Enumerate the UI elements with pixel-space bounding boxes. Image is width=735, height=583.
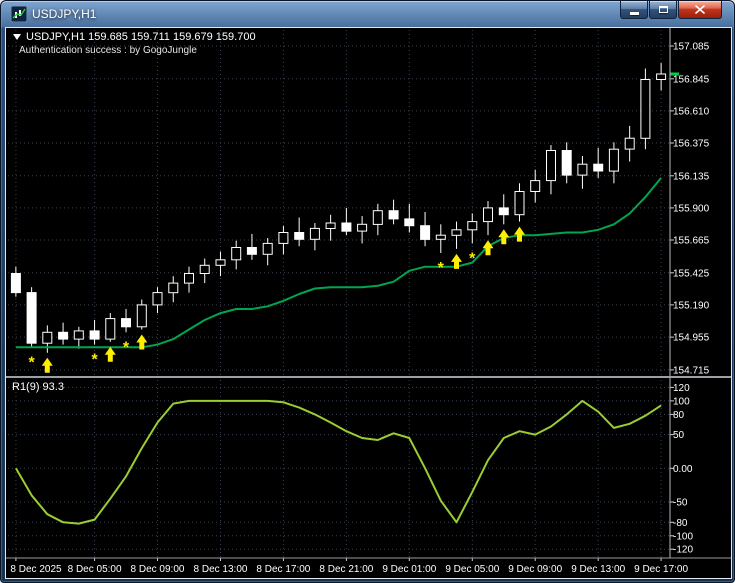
- restore-icon: [658, 6, 668, 13]
- minimize-icon: [629, 11, 639, 15]
- svg-text:156.135: 156.135: [673, 171, 710, 182]
- minimize-button[interactable]: [620, 1, 648, 19]
- close-icon: [695, 5, 705, 14]
- svg-text:*: *: [469, 250, 476, 267]
- ea-auth-message: Authentication success : by GogoJungle: [19, 45, 197, 56]
- window-title: USDJPY,H1: [32, 7, 97, 21]
- svg-text:157.085: 157.085: [673, 41, 710, 52]
- svg-text:9 Dec 17:00: 9 Dec 17:00: [634, 564, 688, 575]
- svg-text:8 Dec 2025: 8 Dec 2025: [10, 564, 62, 575]
- svg-text:80: 80: [673, 410, 685, 421]
- svg-text:156.610: 156.610: [673, 106, 710, 117]
- panel-divider[interactable]: [6, 376, 731, 378]
- svg-text:*: *: [123, 339, 130, 356]
- indicator-label: R1(9) 93.3: [12, 381, 64, 393]
- svg-text:8 Dec 05:00: 8 Dec 05:00: [68, 564, 122, 575]
- ohlc-info-text: USDJPY,H1 159.685 159.711 159.679 159.70…: [26, 31, 256, 43]
- svg-text:155.425: 155.425: [673, 268, 710, 279]
- svg-text:*: *: [28, 354, 35, 371]
- restore-button[interactable]: [649, 1, 677, 19]
- svg-text:8 Dec 17:00: 8 Dec 17:00: [256, 564, 310, 575]
- svg-text:-50: -50: [673, 498, 688, 509]
- svg-text:120: 120: [673, 383, 690, 394]
- svg-text:8 Dec 09:00: 8 Dec 09:00: [131, 564, 185, 575]
- svg-text:9 Dec 13:00: 9 Dec 13:00: [571, 564, 625, 575]
- svg-text:50: 50: [673, 430, 685, 441]
- chart-window: USDJPY,H1 157.085 156.845 156.610 156.375 15…: [0, 0, 735, 583]
- window-controls: [620, 1, 722, 19]
- close-button[interactable]: [678, 1, 722, 19]
- svg-text:155.900: 155.900: [673, 203, 710, 214]
- chart-area[interactable]: 157.085 156.845 156.610 156.375 156.135 155.9…: [5, 27, 732, 579]
- svg-text:154.715: 154.715: [673, 365, 710, 376]
- svg-text:8 Dec 21:00: 8 Dec 21:00: [319, 564, 373, 575]
- svg-text:-100: -100: [673, 531, 693, 542]
- svg-text:0.00: 0.00: [673, 464, 693, 475]
- titlebar[interactable]: USDJPY,H1: [5, 1, 730, 27]
- ohlc-info: USDJPY,H1 159.685 159.711 159.679 159.70…: [13, 31, 256, 43]
- svg-text:9 Dec 01:00: 9 Dec 01:00: [382, 564, 436, 575]
- chart-svg: 157.085 156.845 156.610 156.375 156.135 155.9…: [6, 28, 731, 575]
- chart-window-icon: [11, 6, 27, 22]
- svg-text:9 Dec 09:00: 9 Dec 09:00: [508, 564, 562, 575]
- svg-text:8 Dec 13:00: 8 Dec 13:00: [194, 564, 248, 575]
- svg-text:100: 100: [673, 396, 690, 407]
- svg-text:*: *: [438, 260, 445, 277]
- svg-text:154.955: 154.955: [673, 333, 710, 344]
- svg-text:-80: -80: [673, 518, 688, 529]
- svg-text:155.665: 155.665: [673, 236, 710, 247]
- svg-text:*: *: [91, 352, 98, 369]
- svg-text:155.190: 155.190: [673, 300, 710, 311]
- svg-text:156.375: 156.375: [673, 139, 710, 150]
- svg-text:9 Dec 05:00: 9 Dec 05:00: [445, 564, 499, 575]
- svg-text:156.845: 156.845: [673, 74, 710, 85]
- quick-trade-arrow-icon[interactable]: [13, 34, 21, 40]
- svg-text:-120: -120: [673, 545, 693, 556]
